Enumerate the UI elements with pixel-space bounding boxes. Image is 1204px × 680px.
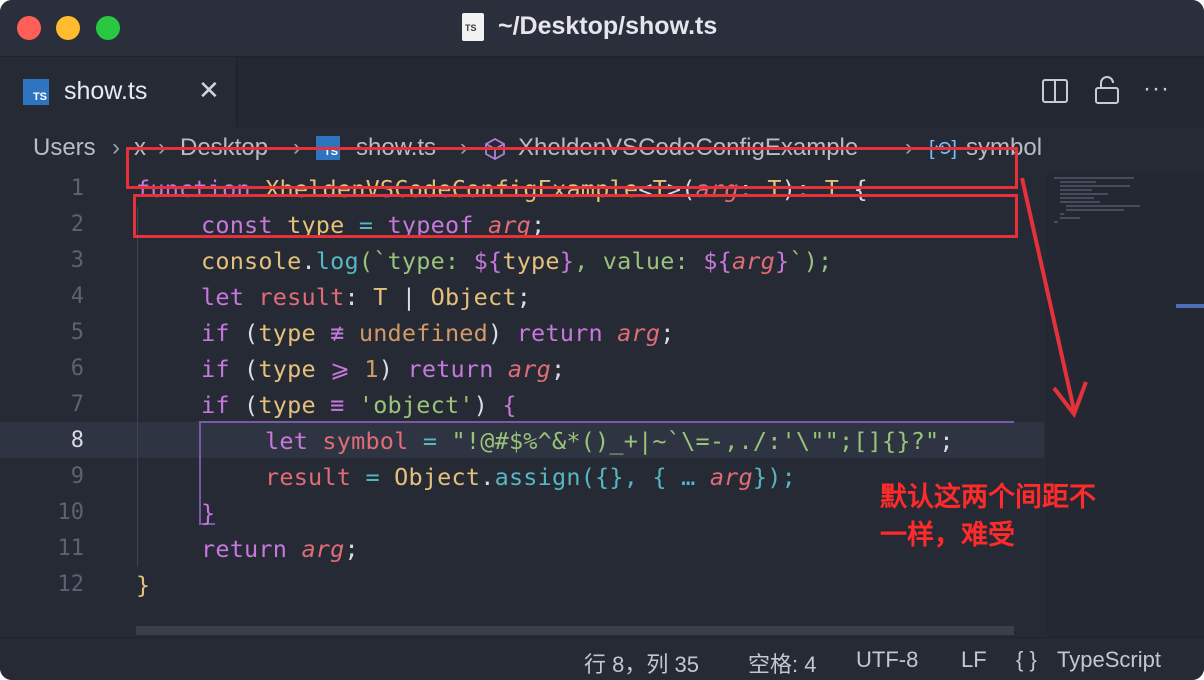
line-number: 12 [57, 572, 85, 597]
lock-icon[interactable] [1093, 75, 1121, 112]
encoding-setting[interactable]: UTF-8 [856, 647, 918, 673]
file-icon-label: TS [465, 23, 477, 33]
annotation-text-line1: 默认这两个间距不 [880, 482, 1096, 512]
tab-bar: TS show.ts ✕ ··· [0, 57, 1204, 127]
code-line-3: console.log(`type: ${type}, value: ${arg… [201, 247, 833, 275]
close-window-button[interactable] [17, 16, 41, 40]
editor-window: TS ~/Desktop/show.ts TS show.ts ✕ ··· Us… [0, 0, 1204, 680]
code-line-10: } [201, 499, 216, 527]
code-line-4: let result: T | Object; [201, 283, 532, 311]
close-tab-icon[interactable]: ✕ [198, 75, 220, 106]
breadcrumb-separator: › [112, 134, 120, 161]
line-number: 11 [57, 536, 85, 561]
more-actions-icon[interactable]: ··· [1143, 75, 1170, 103]
window-title: ~/Desktop/show.ts [498, 12, 718, 40]
line-number: 4 [70, 284, 84, 309]
code-line-11: return arg; [201, 535, 359, 563]
annotation-text: 默认这两个间距不 一样，难受 [880, 478, 1160, 554]
code-line-5: if (type ≢ undefined) return arg; [201, 319, 675, 347]
cursor-position[interactable]: 行 8，列 35 [584, 647, 699, 679]
line-number: 9 [70, 464, 84, 489]
bracket-pair-guide-top [199, 421, 1014, 423]
line-number: 2 [70, 212, 84, 237]
line-number: 3 [70, 248, 84, 273]
indent-guide [137, 207, 138, 567]
code-line-9: result = Object.assign({}, { … arg}); [265, 463, 796, 491]
code-line-8: let symbol = "!@#$%^&*()_+|~`\=-,./:'\""… [265, 427, 954, 455]
language-mode[interactable]: TypeScript [1057, 647, 1161, 673]
breadcrumb-users[interactable]: Users [33, 134, 96, 162]
line-number: 5 [70, 320, 84, 345]
code-line-12: } [136, 571, 151, 599]
typescript-file-icon: TS [23, 79, 49, 105]
line-number-active: 8 [70, 428, 84, 453]
line-number: 7 [70, 392, 84, 417]
line-number: 10 [57, 500, 85, 525]
minimize-window-button[interactable] [56, 16, 80, 40]
ts-icon-label: TS [32, 91, 47, 103]
status-bar: 行 8，列 35 空格: 4 UTF-8 LF { } TypeScript [0, 637, 1204, 680]
minimap-scroll-marker [1176, 304, 1204, 308]
line-number: 6 [70, 356, 84, 381]
split-editor-icon[interactable] [1041, 77, 1069, 112]
code-line-6: if (type ⩾ 1) return arg; [201, 355, 566, 383]
line-number: 1 [70, 176, 84, 201]
indentation-setting[interactable]: 空格: 4 [748, 647, 816, 679]
language-braces-icon: { } [1016, 647, 1037, 672]
file-icon: TS [462, 13, 484, 41]
code-line-7: if (type ≡ 'object') { [201, 391, 517, 419]
horizontal-scrollbar[interactable] [136, 626, 1014, 635]
tab-label: show.ts [64, 77, 148, 105]
tab-show-ts[interactable]: TS show.ts ✕ [0, 57, 237, 127]
maximize-window-button[interactable] [96, 16, 120, 40]
annotation-text-line2: 一样，难受 [880, 520, 1015, 550]
annotation-box-line2 [133, 194, 1018, 238]
title-bar: TS ~/Desktop/show.ts [0, 0, 1204, 57]
annotation-arrow [1020, 177, 1088, 419]
line-ending-setting[interactable]: LF [961, 647, 987, 673]
annotation-box-line1 [126, 147, 1018, 189]
